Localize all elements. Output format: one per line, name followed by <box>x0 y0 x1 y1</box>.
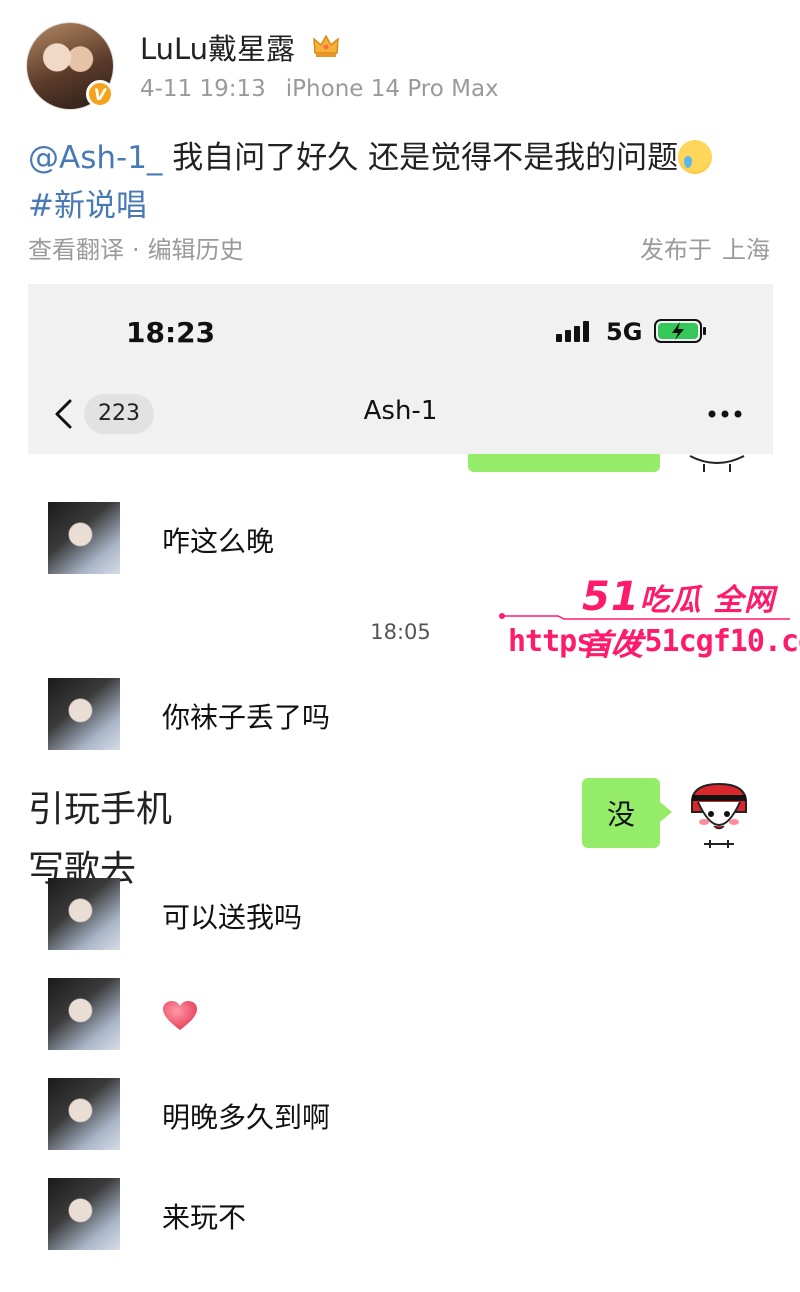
more-options-icon[interactable] <box>708 410 742 418</box>
watermark-url: https://51cgf10.com <box>508 624 800 659</box>
message-text: 明晚多久到啊 <box>162 1101 331 1134</box>
chat-screenshot[interactable]: 18:23 5G 223 Ash-1 咋这么晚 18:05 你袜子丢了吗 引玩手… <box>28 284 773 1284</box>
message-text: 你袜子丢了吗 <box>162 701 331 734</box>
post-meta: 4-11 19:13 iPhone 14 Pro Max <box>140 76 499 102</box>
network-label: 5G <box>606 318 643 346</box>
location-prefix: 发布于 <box>640 236 712 264</box>
signal-icon <box>556 321 589 342</box>
post-location: 发布于 上海 <box>640 230 770 265</box>
post-actions: 查看翻译 · 编辑历史 <box>28 230 244 265</box>
chat-title: Ash-1 <box>363 396 438 426</box>
contact-avatar[interactable] <box>48 1078 120 1150</box>
heart-icon <box>163 1001 197 1030</box>
verified-badge: V <box>86 80 114 108</box>
post-body: @Ash-1_ 我自问了好久 还是觉得不是我的问题 #新说唱 <box>28 134 778 230</box>
translate-link[interactable]: 查看翻译 <box>28 236 124 264</box>
contact-avatar[interactable] <box>48 878 120 950</box>
watermark-divider <box>499 613 790 620</box>
contact-avatar[interactable] <box>48 1178 120 1250</box>
mention-link[interactable]: @Ash-1_ <box>28 140 162 176</box>
battery-charging-icon <box>654 319 706 343</box>
edit-history-link[interactable]: 编辑历史 <box>148 236 244 264</box>
message-text: 咋这么晚 <box>162 525 275 558</box>
post-date: 4-11 19:13 <box>140 76 266 102</box>
overlay-text-line: 引玩手机 <box>28 789 173 830</box>
post-text: 我自问了好久 还是觉得不是我的问题 <box>162 140 679 176</box>
message-text: 来玩不 <box>162 1201 247 1234</box>
previous-bubble-edge <box>468 454 660 472</box>
action-separator: · <box>132 236 140 264</box>
crying-emoji-icon <box>678 140 713 174</box>
post-device: iPhone 14 Pro Max <box>285 76 499 102</box>
sticker-avatar-edge <box>689 455 745 472</box>
hashtag-link[interactable]: #新说唱 <box>28 188 147 224</box>
crown-icon <box>313 34 339 57</box>
message-text: 可以送我吗 <box>162 901 303 934</box>
location-name: 上海 <box>722 236 770 264</box>
my-sticker-avatar[interactable] <box>684 778 754 850</box>
contact-avatar[interactable] <box>48 678 120 750</box>
author-name[interactable]: LuLu戴星露 <box>140 26 295 68</box>
contact-avatar[interactable] <box>48 502 120 574</box>
status-time: 18:23 <box>126 316 216 349</box>
contact-avatar[interactable] <box>48 978 120 1050</box>
my-message-bubble[interactable]: 没 <box>582 778 672 848</box>
